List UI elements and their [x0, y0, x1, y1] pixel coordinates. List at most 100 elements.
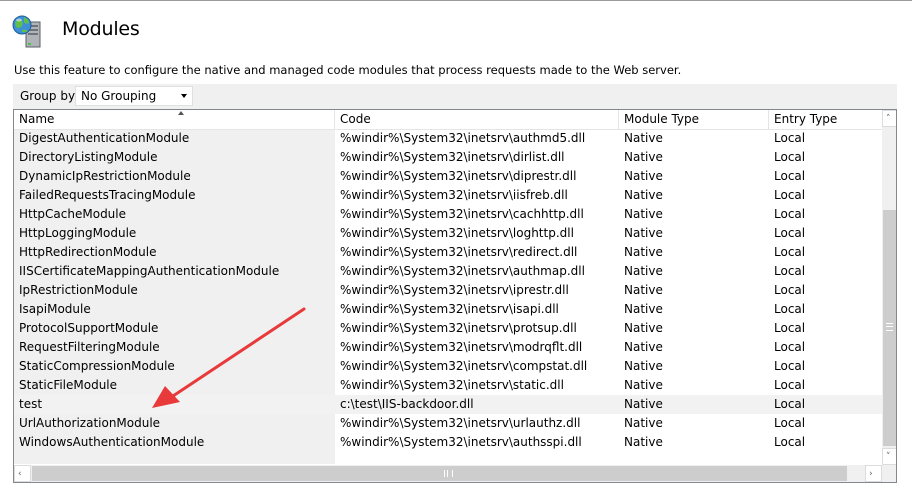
cell-code: %windir%\System32\inetsrv\authsspi.dll: [340, 435, 582, 449]
cell-module-type: Native: [624, 207, 663, 221]
table-row[interactable]: HttpLoggingModule %windir%\System32\inets…: [14, 224, 882, 243]
cell-code: %windir%\System32\inetsrv\urlauthz.dll: [340, 416, 581, 430]
table-row[interactable]: DirectoryListingModule %windir%\System32\…: [14, 148, 882, 167]
cell-code: %windir%\System32\inetsrv\static.dll: [340, 378, 564, 392]
table-row[interactable]: StaticFileModule %windir%\System32\inetsr…: [14, 376, 882, 395]
cell-entry-type: Local: [774, 283, 806, 297]
scroll-left-button[interactable]: ‹: [14, 465, 31, 482]
table-row[interactable]: WindowsAuthenticationModule %windir%\Syst…: [14, 433, 882, 452]
cell-name: RequestFilteringModule: [19, 340, 160, 354]
column-header-module-type-label: Module Type: [624, 112, 700, 126]
cell-entry-type: Local: [774, 435, 806, 449]
column-header-name[interactable]: Name: [14, 110, 335, 129]
column-header-code[interactable]: Code: [335, 110, 619, 129]
cell-module-type: Native: [624, 245, 663, 259]
scroll-down-button[interactable]: ˅: [882, 448, 896, 465]
cell-code: c:\test\IIS-backdoor.dll: [340, 397, 474, 411]
column-header-row: Name Code Module Type Entry Type: [14, 110, 882, 130]
cell-entry-type: Local: [774, 340, 806, 354]
cell-code: %windir%\System32\inetsrv\authmd5.dll: [340, 131, 586, 145]
cell-entry-type: Local: [774, 188, 806, 202]
cell-name: UrlAuthorizationModule: [19, 416, 161, 430]
page-title: Modules: [62, 18, 140, 40]
cell-name: WindowsAuthenticationModule: [19, 435, 205, 449]
cell-module-type: Native: [624, 188, 663, 202]
cell-entry-type: Local: [774, 150, 806, 164]
top-border: [0, 0, 912, 1]
cell-entry-type: Local: [774, 378, 806, 392]
cell-module-type: Native: [624, 283, 663, 297]
cell-entry-type: Local: [774, 302, 806, 316]
scroll-right-button[interactable]: ›: [865, 465, 882, 482]
table-row[interactable]: RequestFilteringModule %windir%\System32\…: [14, 338, 882, 357]
cell-name: StaticFileModule: [19, 378, 118, 392]
cell-name: HttpCacheModule: [19, 207, 127, 221]
cell-name: DirectoryListingModule: [19, 150, 158, 164]
groupby-selected-value: No Grouping: [81, 89, 157, 103]
table-row[interactable]: UrlAuthorizationModule %windir%\System32\…: [14, 414, 882, 433]
column-header-name-label: Name: [19, 112, 55, 126]
cell-code: %windir%\System32\inetsrv\isapi.dll: [340, 302, 559, 316]
chevron-up-icon: ˄: [886, 114, 891, 124]
cell-entry-type: Local: [774, 416, 806, 430]
chevron-down-icon: ˅: [886, 452, 891, 462]
column-header-entry-type[interactable]: Entry Type: [769, 110, 882, 129]
horizontal-scroll-thumb[interactable]: [32, 466, 847, 481]
cell-module-type: Native: [624, 150, 663, 164]
table-row[interactable]: IpRestrictionModule %windir%\System32\ine…: [14, 281, 882, 300]
cell-module-type: Native: [624, 378, 663, 392]
cell-name: IsapiModule: [19, 302, 91, 316]
feature-description: Use this feature to configure the native…: [14, 63, 682, 77]
table-row[interactable]: StaticCompressionModule %windir%\System32…: [14, 357, 882, 376]
cell-module-type: Native: [624, 416, 663, 430]
table-row[interactable]: FailedRequestsTracingModule %windir%\Syst…: [14, 186, 882, 205]
scroll-up-button[interactable]: ˄: [882, 110, 896, 127]
cell-module-type: Native: [624, 435, 663, 449]
groupby-dropdown[interactable]: No Grouping: [75, 86, 193, 106]
cell-module-type: Native: [624, 264, 663, 278]
table-row[interactable]: DynamicIpRestrictionModule %windir%\Syste…: [14, 167, 882, 186]
vertical-scrollbar[interactable]: ˄ ˅: [882, 110, 896, 465]
table-row[interactable]: HttpRedirectionModule %windir%\System32\i…: [14, 243, 882, 262]
cell-name: IpRestrictionModule: [19, 283, 138, 297]
cell-name: ProtocolSupportModule: [19, 321, 159, 335]
cell-code: %windir%\System32\inetsrv\protsup.dll: [340, 321, 577, 335]
table-row[interactable]: DigestAuthenticationModule %windir%\Syste…: [14, 129, 882, 148]
cell-code: %windir%\System32\inetsrv\modrqflt.dll: [340, 340, 583, 354]
cell-module-type: Native: [624, 302, 663, 316]
modules-list[interactable]: Name Code Module Type Entry Type DigestA…: [13, 109, 897, 483]
cell-name: FailedRequestsTracingModule: [19, 188, 196, 202]
scrollbar-corner: [882, 465, 896, 482]
cell-code: %windir%\System32\inetsrv\iprestr.dll: [340, 283, 569, 297]
cell-entry-type: Local: [774, 131, 806, 145]
cell-code: %windir%\System32\inetsrv\dirlist.dll: [340, 150, 565, 164]
cell-module-type: Native: [624, 397, 663, 411]
cell-code: %windir%\System32\inetsrv\authmap.dll: [340, 264, 585, 278]
cell-name: DigestAuthenticationModule: [19, 131, 190, 145]
modules-globe-server-icon: [12, 15, 41, 48]
cell-entry-type: Local: [774, 397, 806, 411]
cell-code: %windir%\System32\inetsrv\loghttp.dll: [340, 226, 574, 240]
cell-entry-type: Local: [774, 245, 806, 259]
cell-name: IISCertificateMappingAuthenticationModul…: [19, 264, 280, 278]
cell-entry-type: Local: [774, 264, 806, 278]
table-rows: DigestAuthenticationModule %windir%\Syste…: [14, 129, 882, 452]
cell-code: %windir%\System32\inetsrv\diprestr.dll: [340, 169, 577, 183]
cell-module-type: Native: [624, 226, 663, 240]
cell-name: StaticCompressionModule: [19, 359, 175, 373]
cell-entry-type: Local: [774, 169, 806, 183]
cell-code: %windir%\System32\inetsrv\iisfreb.dll: [340, 188, 568, 202]
horizontal-scrollbar[interactable]: ‹ ›: [14, 465, 882, 482]
chevron-left-icon: ‹: [18, 469, 22, 479]
column-header-entry-type-label: Entry Type: [774, 112, 838, 126]
table-row[interactable]: IISCertificateMappingAuthenticationModul…: [14, 262, 882, 281]
table-row[interactable]: IsapiModule %windir%\System32\inetsrv\isa…: [14, 300, 882, 319]
table-row-selected[interactable]: test c:\test\IIS-backdoor.dll Native Local: [14, 395, 882, 414]
vertical-scroll-thumb[interactable]: [883, 210, 896, 446]
table-row[interactable]: HttpCacheModule %windir%\System32\inetsrv…: [14, 205, 882, 224]
cell-module-type: Native: [624, 359, 663, 373]
column-header-module-type[interactable]: Module Type: [619, 110, 769, 129]
table-row[interactable]: ProtocolSupportModule %windir%\System32\i…: [14, 319, 882, 338]
dropdown-arrow-icon: [181, 94, 187, 98]
cell-code: %windir%\System32\inetsrv\cachhttp.dll: [340, 207, 584, 221]
